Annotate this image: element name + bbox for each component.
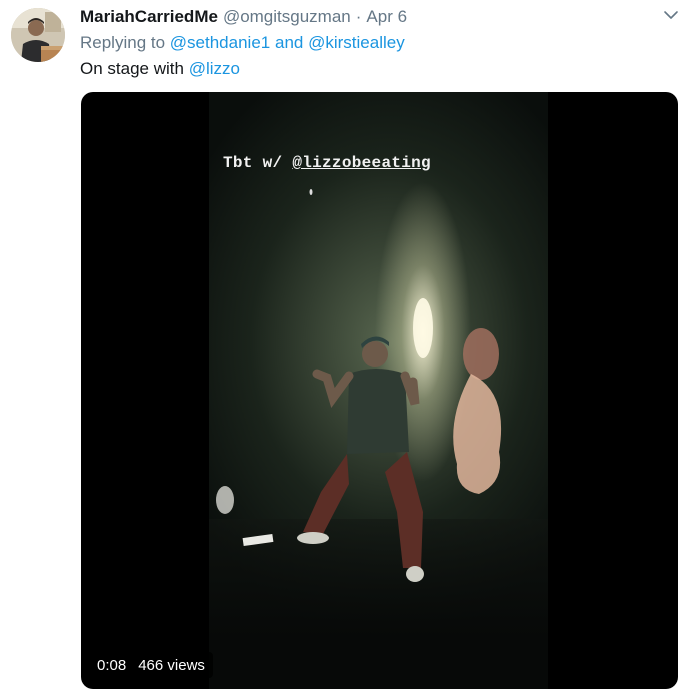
reply-mention-sethdanie1[interactable]: @sethdanie1 [170, 33, 270, 52]
tweet-text: On stage with @lizzo [80, 59, 240, 79]
replying-to-label: Replying to [80, 33, 166, 52]
display-name[interactable]: MariahCarriedMe [80, 7, 218, 27]
tweet-text-body: On stage with [80, 59, 184, 78]
video-view-count: 466 views [138, 656, 205, 674]
video-frame: Tbt w/ @lizzobeeating [209, 92, 548, 689]
video-scene [216, 189, 502, 582]
chevron-down-icon[interactable] [662, 6, 680, 24]
video-elapsed-time: 0:08 [97, 656, 127, 674]
reply-and-text: and [274, 33, 304, 52]
video-caption-mention: @lizzobeeating [292, 154, 431, 172]
video-player[interactable]: Tbt w/ @lizzobeeating 0:08 466 views [81, 92, 678, 689]
tweet-header: MariahCarriedMe @omgitsguzman · Apr 6 [80, 7, 652, 29]
video-caption-prefix: Tbt w/ [223, 154, 283, 172]
video-time-views-badge: 0:08 466 views [89, 652, 213, 678]
tweet-mention-lizzo[interactable]: @lizzo [189, 59, 240, 78]
video-caption-overlay: Tbt w/ @lizzobeeating [223, 154, 431, 172]
reply-mention-kirstiealley[interactable]: @kirstiealley [308, 33, 405, 52]
avatar-photo [11, 8, 65, 62]
separator-dot: · [355, 7, 362, 26]
user-handle[interactable]: @omgitsguzman [223, 7, 351, 27]
avatar[interactable] [11, 8, 65, 62]
tweet-date[interactable]: Apr 6 [366, 7, 407, 27]
replying-to-line: Replying to @sethdanie1 and @kirstiealle… [80, 33, 405, 53]
